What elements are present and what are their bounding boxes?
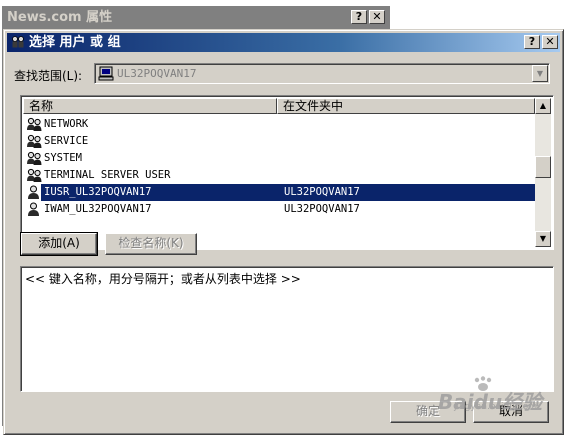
list-item-name: TERMINAL SERVER USER — [44, 169, 171, 181]
list-item[interactable]: IUSR_UL32POQVAN17 UL32POQVAN17 — [23, 184, 535, 201]
background-help-button[interactable]: ? — [351, 10, 367, 24]
user-icon — [26, 202, 41, 223]
names-input[interactable]: << 键入名称，用分号隔开；或者从列表中选择 >> — [20, 266, 554, 392]
list-item[interactable]: IWAM_UL32POQVAN17 UL32POQVAN17 — [23, 201, 535, 218]
dialog-title: 选择 用户 或 组 — [29, 35, 121, 50]
list-item-name: SERVICE — [44, 135, 89, 147]
scroll-thumb[interactable] — [535, 156, 551, 178]
list-item[interactable]: NETWORK — [23, 116, 535, 133]
look-in-value: UL32POQVAN17 — [117, 67, 197, 80]
column-header-folder[interactable]: 在文件夹中 — [277, 98, 535, 114]
list-item-name: SYSTEM — [44, 152, 82, 164]
column-header-name[interactable]: 名称 — [23, 98, 277, 114]
names-input-hint: << 键入名称，用分号隔开；或者从列表中选择 >> — [25, 272, 301, 286]
dropdown-arrow-icon[interactable]: ▼ — [532, 65, 548, 82]
background-window-title: News.com 属性 — [7, 10, 113, 25]
list-item-name: NETWORK — [44, 118, 89, 130]
list-item[interactable]: TERMINAL SERVER USER — [23, 167, 535, 184]
dialog-close-button[interactable]: ✕ — [542, 35, 558, 49]
dialog-titlebar: 选择 用户 或 组 ? ✕ — [7, 33, 560, 52]
computer-icon — [98, 66, 114, 81]
list-item[interactable]: SERVICE — [23, 133, 535, 150]
check-names-button[interactable]: 检查名称(K) — [105, 233, 197, 255]
dialog-help-button[interactable]: ? — [524, 35, 540, 49]
background-close-button[interactable]: ✕ — [369, 10, 385, 24]
look-in-label: 查找范围(L): — [14, 69, 83, 83]
select-users-dialog: 选择 用户 或 组 ? ✕ 查找范围(L): UL32POQVAN17 ▼ 名称… — [3, 29, 564, 435]
list-item[interactable]: SYSTEM — [23, 150, 535, 167]
baidu-watermark: Baidu经验 jingyan.baidu.com — [438, 376, 564, 416]
background-window-titlebar: News.com 属性 ? ✕ — [3, 7, 389, 29]
list-item-name: IWAM_UL32POQVAN17 — [44, 203, 152, 215]
scroll-down-arrow-icon[interactable]: ▼ — [535, 231, 551, 247]
list-item-folder: UL32POQVAN17 — [284, 186, 360, 198]
add-button[interactable]: 添加(A) — [20, 232, 98, 256]
watermark-url: jingyan.baidu.com — [454, 402, 538, 412]
list-scrollbar[interactable]: ▲ ▼ — [535, 98, 551, 247]
list-item-folder: UL32POQVAN17 — [284, 203, 360, 215]
list-item-name: IUSR_UL32POQVAN17 — [44, 186, 152, 198]
look-in-dropdown[interactable]: UL32POQVAN17 ▼ — [94, 63, 550, 84]
scroll-up-arrow-icon[interactable]: ▲ — [535, 98, 551, 114]
users-app-icon — [12, 36, 24, 48]
users-list[interactable]: 名称 在文件夹中 NETWORK SERVICE SYSTEM TERMINAL SE… — [20, 95, 554, 250]
